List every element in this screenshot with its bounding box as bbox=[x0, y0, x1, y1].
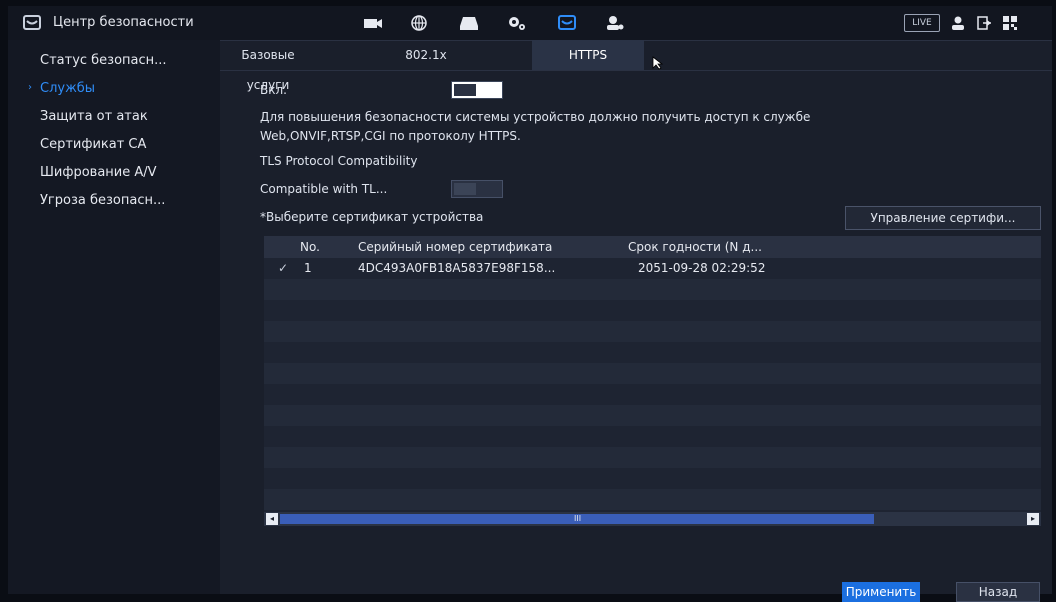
logout-icon[interactable] bbox=[976, 15, 992, 31]
camera-icon[interactable] bbox=[362, 14, 384, 32]
user-icon[interactable] bbox=[950, 15, 966, 31]
sidebar-item-services[interactable]: › Службы bbox=[8, 74, 220, 104]
table-row bbox=[264, 363, 1041, 384]
table-row bbox=[264, 405, 1041, 426]
top-bar: Центр безопасности LIVE bbox=[8, 6, 1052, 41]
table-header: No. Серийный номер сертификата Срок годн… bbox=[264, 236, 1041, 258]
table-row bbox=[264, 342, 1041, 363]
description-line-1: Для повышения безопасности системы устро… bbox=[260, 110, 811, 124]
apply-button[interactable]: Применить bbox=[842, 582, 920, 602]
table-row[interactable]: ✓ 1 4DC493A0FB18A5837E98F158... 2051-09-… bbox=[264, 258, 1041, 279]
cell-expiry: 2051-09-28 02:29:52 bbox=[638, 261, 766, 275]
settings-icon[interactable] bbox=[506, 14, 528, 32]
qr-code-icon[interactable] bbox=[1002, 15, 1018, 31]
sidebar-item-label: Шифрование A/V bbox=[40, 165, 157, 180]
sidebar-item-security-threat[interactable]: Угроза безопасн... bbox=[8, 186, 220, 216]
sidebar-item-label: Статус безопасн... bbox=[40, 53, 167, 68]
table-row bbox=[264, 447, 1041, 468]
scroll-right-icon[interactable]: ▸ bbox=[1027, 513, 1039, 525]
compat-toggle[interactable] bbox=[451, 180, 503, 198]
enable-toggle[interactable] bbox=[451, 81, 503, 99]
tab-basic-services[interactable]: Базовые услуги bbox=[220, 40, 316, 92]
sidebar-item-label: Защита от атак bbox=[40, 109, 148, 124]
table-row bbox=[264, 384, 1041, 405]
active-arrow-icon: › bbox=[28, 82, 32, 93]
column-header-no: No. bbox=[300, 240, 320, 254]
sidebar-item-label: Сертификат CA bbox=[40, 137, 147, 152]
table-row bbox=[264, 321, 1041, 342]
tab-8021x[interactable]: 802.1x bbox=[396, 40, 456, 70]
page-title: Центр безопасности bbox=[53, 15, 194, 30]
enable-label: Вкл. bbox=[260, 83, 287, 97]
sidebar-item-status[interactable]: Статус безопасн... bbox=[8, 46, 220, 76]
horizontal-scrollbar[interactable]: ◂ III ▸ bbox=[264, 512, 1041, 526]
sidebar-item-attack-protection[interactable]: Защита от атак bbox=[8, 102, 220, 132]
account-icon[interactable] bbox=[604, 14, 626, 32]
toggle-knob bbox=[454, 84, 476, 96]
https-description: Для повышения безопасности системы устро… bbox=[260, 108, 1020, 146]
live-button[interactable]: LIVE bbox=[904, 14, 940, 32]
tls-heading: TLS Protocol Compatibility bbox=[260, 154, 418, 168]
table-row bbox=[264, 489, 1041, 510]
table-row bbox=[264, 426, 1041, 447]
sidebar-item-av-encryption[interactable]: Шифрование A/V bbox=[8, 158, 220, 188]
sidebar-item-ca-certificate[interactable]: Сертификат CA bbox=[8, 130, 220, 160]
description-line-2: Web,ONVIF,RTSP,CGI по протоколу HTTPS. bbox=[260, 129, 521, 143]
table-row bbox=[264, 300, 1041, 321]
mouse-cursor-icon bbox=[652, 56, 664, 70]
sidebar-item-label: Угроза безопасн... bbox=[40, 193, 166, 208]
scrollbar-grip: III bbox=[574, 514, 582, 523]
tab-https[interactable]: HTTPS bbox=[532, 40, 644, 70]
table-row bbox=[264, 468, 1041, 489]
back-button[interactable]: Назад bbox=[956, 582, 1040, 602]
cell-serial: 4DC493A0FB18A5837E98F158... bbox=[358, 261, 556, 275]
compat-label: Compatible with TL... bbox=[260, 182, 388, 196]
column-header-expiry: Срок годности (N д... bbox=[628, 240, 762, 254]
manage-certificates-button[interactable]: Управление сертифи... bbox=[845, 206, 1041, 230]
table-row bbox=[264, 279, 1041, 300]
sidebar-item-label: Службы bbox=[40, 81, 96, 96]
cell-no: 1 bbox=[304, 261, 312, 275]
check-icon[interactable]: ✓ bbox=[278, 261, 288, 275]
storage-icon[interactable] bbox=[458, 14, 480, 32]
toggle-knob bbox=[454, 183, 476, 195]
scroll-left-icon[interactable]: ◂ bbox=[266, 513, 278, 525]
certificate-table: No. Серийный номер сертификата Срок годн… bbox=[264, 236, 1041, 512]
shield-icon bbox=[23, 15, 41, 30]
select-cert-label: *Выберите сертификат устройства bbox=[260, 210, 484, 224]
tab-bar: Базовые услуги 802.1x HTTPS bbox=[220, 40, 1052, 92]
app-window: Центр безопасности LIVE Статус безопасн.… bbox=[8, 6, 1052, 602]
network-icon[interactable] bbox=[408, 14, 430, 32]
column-header-serial: Серийный номер сертификата bbox=[358, 240, 553, 254]
security-icon[interactable] bbox=[556, 14, 578, 32]
sidebar: Статус безопасн... › Службы Защита от ат… bbox=[8, 40, 220, 594]
